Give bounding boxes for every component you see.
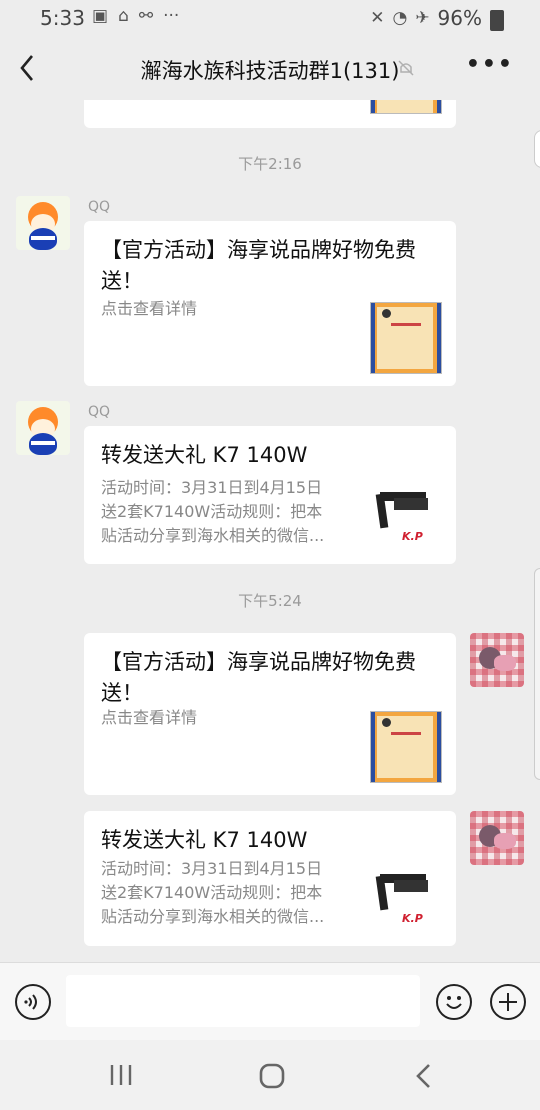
my-avatar[interactable]	[470, 811, 524, 865]
status-time: 5:33	[40, 6, 85, 30]
sender-name: QQ	[88, 404, 111, 420]
card-thumbnail: K.P	[372, 484, 442, 554]
card-description: 点击查看详情	[101, 299, 198, 318]
card-description-line: 贴活动分享到海水相关的微信...	[101, 907, 325, 926]
card-description-line: 活动时间：3月31日到4月15日	[101, 859, 323, 878]
status-right-icons: ✕ ◔ ✈ 96%	[370, 6, 504, 31]
app-icon: ⌂	[118, 6, 129, 26]
card-description-line: 送2套K7140W活动规则：把本	[101, 883, 323, 902]
card-title: 【官方活动】海享说品牌好物免费送！	[101, 238, 416, 293]
plus-icon[interactable]	[490, 984, 526, 1020]
card-description-line: 送2套K7140W活动规则：把本	[101, 502, 323, 521]
timestamp: 下午5:24	[238, 592, 302, 610]
message-card[interactable]: 转发送大礼 K7 140W 活动时间：3月31日到4月15日 送2套K7140W…	[84, 811, 456, 946]
card-thumbnail: K.P	[372, 866, 442, 936]
avatar[interactable]	[16, 401, 70, 455]
battery-icon	[490, 9, 504, 31]
timestamp: 下午2:16	[238, 155, 302, 173]
emoji-icon[interactable]	[436, 984, 472, 1020]
battery-percent: 96%	[437, 6, 482, 30]
card-title: 【官方活动】海享说品牌好物免费送！	[101, 650, 416, 705]
input-bar	[0, 962, 540, 1041]
airplane-icon: ✈	[415, 8, 430, 28]
chat-header: 澥海水族科技活动群1(131) •••	[0, 38, 540, 100]
message-input[interactable]	[66, 975, 420, 1027]
message-card[interactable]: 【官方活动】海享说品牌好物免费送！ 点击查看详情	[84, 633, 456, 795]
recent-apps-icon[interactable]	[108, 1062, 136, 1088]
card-thumbnail	[370, 100, 442, 114]
card-title: 转发送大礼 K7 140W	[101, 443, 308, 467]
chat-title: 澥海水族科技活动群1(131)	[140, 59, 400, 83]
card-thumbnail	[370, 302, 442, 374]
status-bar: 5:33 ▣ ⌂ ⚯ ··· ✕ ◔ ✈ 96%	[0, 0, 540, 38]
card-title: 转发送大礼 K7 140W	[101, 828, 308, 852]
image-icon: ▣	[92, 6, 109, 26]
card-description: 点击查看详情	[101, 708, 198, 727]
card-thumbnail	[370, 711, 442, 783]
sender-name: QQ	[88, 199, 111, 215]
side-panel-handle[interactable]	[534, 130, 540, 168]
avatar[interactable]	[16, 196, 70, 250]
wifi-icon: ◔	[392, 8, 408, 28]
voice-input-icon[interactable]	[15, 984, 51, 1020]
vibrate-icon: ✕	[370, 8, 385, 28]
more-dots-icon[interactable]: •••	[466, 52, 514, 77]
card-description-line: 活动时间：3月31日到4月15日	[101, 478, 323, 497]
card-description-line: 贴活动分享到海水相关的微信...	[101, 526, 325, 545]
message-card[interactable]: 【官方活动】海享说品牌好物免费送！ 点击查看详情	[84, 221, 456, 386]
scroll-handle[interactable]	[534, 568, 540, 780]
my-avatar[interactable]	[470, 633, 524, 687]
sync-icon: ⚯	[138, 6, 154, 26]
status-left-icons: ▣ ⌂ ⚯ ···	[92, 6, 179, 26]
home-icon[interactable]	[258, 1062, 286, 1090]
chat-area[interactable]: 下午2:16 QQ 【官方活动】海享说品牌好物免费送！ 点击查看详情 QQ 转发…	[0, 100, 540, 962]
message-card[interactable]: 转发送大礼 K7 140W 活动时间：3月31日到4月15日 送2套K7140W…	[84, 426, 456, 564]
mute-bell-icon	[398, 60, 414, 76]
back-icon[interactable]	[412, 1062, 436, 1090]
system-nav-bar	[0, 1040, 540, 1110]
more-notifications-icon: ···	[163, 6, 180, 26]
message-card-partial[interactable]	[84, 100, 456, 128]
